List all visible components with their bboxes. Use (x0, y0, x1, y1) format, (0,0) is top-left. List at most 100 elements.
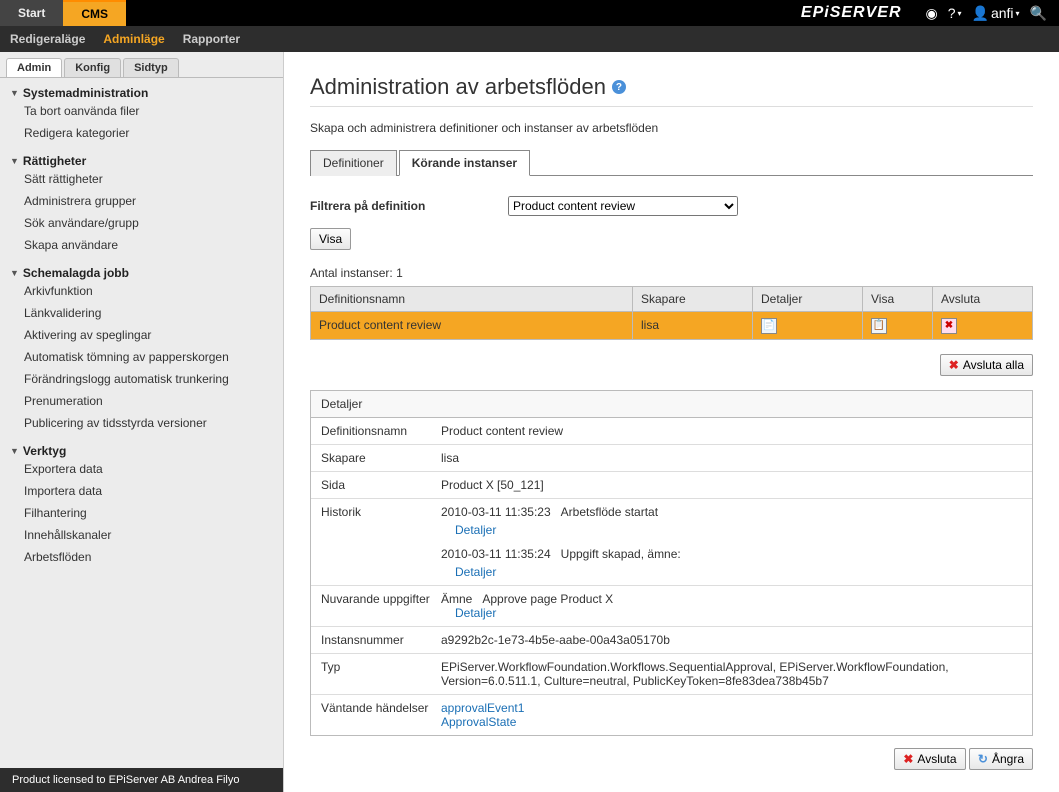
help-icon[interactable]: ?▾ (948, 5, 962, 21)
cur-subject-label: Ämne (441, 592, 472, 606)
help-icon[interactable]: ? (612, 80, 626, 94)
label-instance: Instansnummer (321, 633, 441, 647)
nav-item[interactable]: Sätt rättigheter (24, 168, 273, 190)
hist-text: Arbetsflöde startat (561, 505, 658, 519)
refresh-icon: ↻ (978, 752, 988, 766)
cell-creator: lisa (633, 312, 753, 340)
value-name: Product content review (441, 424, 1022, 438)
cur-details-link[interactable]: Detaljer (455, 606, 496, 620)
logo: EPiSERVER (789, 0, 914, 26)
instance-count: Antal instanser: 1 (310, 266, 1033, 280)
col-end: Avsluta (933, 287, 1033, 312)
show-icon[interactable]: 📋 (871, 318, 887, 334)
admin-tab-config[interactable]: Konfig (64, 58, 121, 77)
filter-definition-select[interactable]: Product content review (508, 196, 738, 216)
label-history: Historik (321, 505, 441, 579)
nav-item[interactable]: Arbetsflöden (24, 546, 273, 568)
top-right-toolbar: ◉ ?▾ 👤 anfi ▾ 🔍 (914, 0, 1059, 26)
mode-bar: Redigeraläge Adminläge Rapporter (0, 26, 1059, 52)
admin-tab-pagetype[interactable]: Sidtyp (123, 58, 179, 77)
nav-head-rights[interactable]: ▼Rättigheter (10, 154, 273, 168)
value-creator: lisa (441, 451, 1022, 465)
nav-item[interactable]: Exportera data (24, 458, 273, 480)
nav-item[interactable]: Innehållskanaler (24, 524, 273, 546)
label-creator: Skapare (321, 451, 441, 465)
tab-definitions[interactable]: Definitioner (310, 150, 397, 176)
mode-reports[interactable]: Rapporter (183, 32, 240, 46)
content-tabs: Definitioner Körande instanser (310, 149, 1033, 176)
wait-link[interactable]: ApprovalState (441, 715, 516, 729)
page-description: Skapa och administrera definitioner och … (310, 121, 1033, 135)
nav-item[interactable]: Prenumeration (24, 390, 273, 412)
main-content: Administration av arbetsflöden ? Skapa o… (284, 52, 1059, 792)
sidebar: Admin Konfig Sidtyp ▼Systemadministratio… (0, 52, 284, 792)
nav-item[interactable]: Automatisk tömning av papperskorgen (24, 346, 273, 368)
close-icon: ✖ (903, 752, 913, 766)
search-icon[interactable]: 🔍 (1030, 5, 1047, 22)
hist-text: Uppgift skapad, ämne: (561, 547, 681, 561)
mode-edit[interactable]: Redigeraläge (10, 32, 85, 46)
top-bar: Start CMS EPiSERVER ◉ ?▾ 👤 anfi ▾ 🔍 (0, 0, 1059, 26)
nav-item[interactable]: Redigera kategorier (24, 122, 273, 144)
chevron-down-icon: ▼ (10, 446, 19, 456)
col-name: Definitionsnamn (311, 287, 633, 312)
end-button[interactable]: ✖Avsluta (894, 748, 965, 770)
user-menu[interactable]: 👤 anfi ▾ (972, 5, 1020, 22)
label-waiting: Väntande händelser (321, 701, 441, 729)
delete-icon[interactable]: ✖ (941, 318, 957, 334)
hist-details-link[interactable]: Detaljer (455, 565, 496, 579)
end-all-button[interactable]: ✖Avsluta alla (940, 354, 1033, 376)
nav-item[interactable]: Publicering av tidsstyrda versioner (24, 412, 273, 434)
show-button[interactable]: Visa (310, 228, 351, 250)
nav-head-sysadmin[interactable]: ▼Systemadministration (10, 86, 273, 100)
cell-name: Product content review (311, 312, 633, 340)
nav-head-tools[interactable]: ▼Verktyg (10, 444, 273, 458)
value-instance: a9292b2c-1e73-4b5e-aabe-00a43a05170b (441, 633, 1022, 647)
top-nav-tabs: Start CMS (0, 0, 126, 26)
details-head: Detaljer (311, 391, 1032, 418)
value-type: EPiServer.WorkflowFoundation.Workflows.S… (441, 660, 1022, 688)
nav-item[interactable]: Skapa användare (24, 234, 273, 256)
label-type: Typ (321, 660, 441, 688)
label-current: Nuvarande uppgifter (321, 592, 441, 620)
hist-time: 2010-03-11 11:35:23 (441, 505, 551, 519)
nav-item[interactable]: Sök användare/grupp (24, 212, 273, 234)
table-row[interactable]: Product content review lisa 📄 📋 ✖ (311, 312, 1033, 340)
instances-table: Definitionsnamn Skapare Detaljer Visa Av… (310, 286, 1033, 340)
hist-time: 2010-03-11 11:35:24 (441, 547, 551, 561)
chevron-down-icon: ▼ (10, 156, 19, 166)
cur-text: Approve page Product X (482, 592, 613, 606)
close-icon: ✖ (949, 358, 959, 372)
col-show: Visa (863, 287, 933, 312)
tab-cms[interactable]: CMS (63, 0, 126, 26)
nav-item[interactable]: Aktivering av speglingar (24, 324, 273, 346)
nav-item[interactable]: Arkivfunktion (24, 280, 273, 302)
nav-item[interactable]: Länkvalidering (24, 302, 273, 324)
tab-running-instances[interactable]: Körande instanser (399, 150, 530, 176)
nav-item[interactable]: Importera data (24, 480, 273, 502)
hist-details-link[interactable]: Detaljer (455, 523, 496, 537)
page-title: Administration av arbetsflöden (310, 74, 606, 100)
undo-button[interactable]: ↻Ångra (969, 748, 1033, 770)
chevron-down-icon: ▼ (10, 88, 19, 98)
nav-head-jobs[interactable]: ▼Schemalagda jobb (10, 266, 273, 280)
details-panel: Detaljer DefinitionsnamnProduct content … (310, 390, 1033, 736)
nav-item[interactable]: Filhantering (24, 502, 273, 524)
label-page: Sida (321, 478, 441, 492)
chevron-down-icon: ▼ (10, 268, 19, 278)
filter-label: Filtrera på definition (310, 199, 490, 213)
preview-icon[interactable]: ◉ (926, 5, 938, 22)
value-page: Product X [50_121] (441, 478, 1022, 492)
admin-tab-admin[interactable]: Admin (6, 58, 62, 77)
mode-admin[interactable]: Adminläge (103, 32, 164, 46)
wait-link[interactable]: approvalEvent1 (441, 701, 524, 715)
col-creator: Skapare (633, 287, 753, 312)
nav-item[interactable]: Ta bort oanvända filer (24, 100, 273, 122)
col-details: Detaljer (753, 287, 863, 312)
admin-tab-strip: Admin Konfig Sidtyp (0, 52, 283, 78)
nav-item[interactable]: Förändringslogg automatisk trunkering (24, 368, 273, 390)
tab-start[interactable]: Start (0, 0, 63, 26)
nav-item[interactable]: Administrera grupper (24, 190, 273, 212)
details-icon[interactable]: 📄 (761, 318, 777, 334)
license-footer: Product licensed to EPiServer AB Andrea … (0, 768, 283, 792)
